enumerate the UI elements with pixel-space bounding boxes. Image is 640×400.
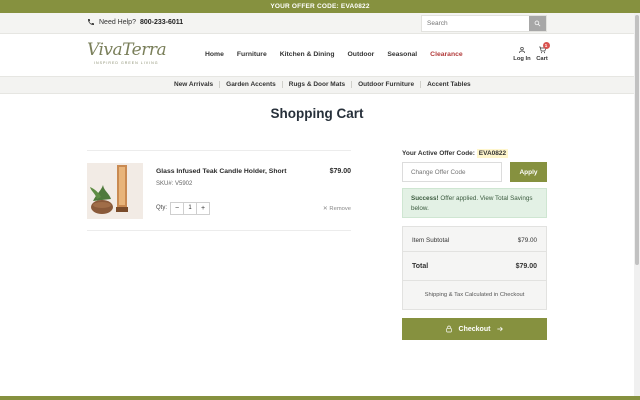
page-scrollbar[interactable] <box>634 13 640 396</box>
active-offer-code: EVA0822 <box>476 149 509 158</box>
order-summary: Item Subtotal $79.00 Total $79.00 Shippi… <box>402 226 547 310</box>
help-label: Need Help? <box>99 18 136 26</box>
nav-item-kitchen-dining[interactable]: Kitchen & Dining <box>280 51 335 58</box>
cart-link[interactable]: 1 Cart <box>535 42 550 62</box>
promo-text: YOUR OFFER CODE: EVA0822 <box>270 3 370 10</box>
nav-item-home[interactable]: Home <box>205 51 224 58</box>
search-input[interactable] <box>422 16 529 31</box>
cart-label: Cart <box>536 56 548 62</box>
logo[interactable]: VivaTerra INSPIRED GREEN LIVING <box>87 41 173 71</box>
close-icon: ✕ <box>322 206 328 212</box>
total-value: $79.00 <box>515 263 537 270</box>
remove-button[interactable]: ✕ Remove <box>323 206 351 212</box>
subnav-new-arrivals[interactable]: New Arrivals <box>168 81 221 88</box>
footer-edge <box>0 396 640 400</box>
sub-nav: New Arrivals Garden Accents Rugs & Door … <box>0 76 640 94</box>
help-line[interactable]: Need Help? 800-233-6011 <box>87 18 183 26</box>
product-sku: SKU#: V5902 <box>156 181 193 187</box>
subnav-rugs-door-mats[interactable]: Rugs & Door Mats <box>283 81 353 88</box>
subtotal-label: Item Subtotal <box>412 237 450 244</box>
offer-label: Your Active Offer Code: EVA0822 <box>402 149 509 158</box>
site-header: VivaTerra INSPIRED GREEN LIVING Home Fur… <box>0 34 640 76</box>
candle-holder-image <box>87 163 143 219</box>
search-box <box>421 15 547 32</box>
nav-item-seasonal[interactable]: Seasonal <box>387 51 417 58</box>
cart-count-badge: 1 <box>542 42 550 49</box>
main-nav: Home Furniture Kitchen & Dining Outdoor … <box>205 51 476 58</box>
login-link[interactable]: Log In <box>513 46 531 62</box>
qty-decrease-button[interactable]: − <box>171 203 184 214</box>
checkout-button[interactable]: Checkout <box>402 318 547 340</box>
success-title: Success! <box>411 195 439 202</box>
subnav-outdoor-furniture[interactable]: Outdoor Furniture <box>352 81 422 88</box>
product-image[interactable] <box>87 163 143 219</box>
offer-success-message: Success! Offer applied. View Total Savin… <box>402 188 547 218</box>
shipping-note: Shipping & Tax Calculated in Checkout <box>424 292 525 298</box>
summary-divider <box>403 280 546 281</box>
nav-item-furniture[interactable]: Furniture <box>237 51 267 58</box>
quantity-stepper: − 1 + <box>170 202 210 215</box>
scrollbar-thumb[interactable] <box>635 15 639 265</box>
subtotal-row: Item Subtotal $79.00 <box>412 237 537 244</box>
login-label: Log In <box>513 56 531 62</box>
qty-value[interactable]: 1 <box>184 203 196 214</box>
utility-bar: Need Help? 800-233-6011 <box>0 13 640 34</box>
nav-item-clearance[interactable]: Clearance <box>430 51 463 58</box>
subnav-garden-accents[interactable]: Garden Accents <box>220 81 283 88</box>
total-row: Total $79.00 <box>412 263 537 270</box>
product-name[interactable]: Glass Infused Teak Candle Holder, Short <box>156 168 287 175</box>
user-icon <box>519 47 525 54</box>
total-label: Total <box>412 263 429 270</box>
phone-number[interactable]: 800-233-6011 <box>140 19 183 26</box>
nav-item-outdoor[interactable]: Outdoor <box>348 51 375 58</box>
qty-increase-button[interactable]: + <box>196 203 209 214</box>
arrow-right-icon <box>497 326 504 332</box>
phone-icon <box>88 19 94 25</box>
apply-offer-button[interactable]: Apply <box>510 162 547 182</box>
checkout-label: Checkout <box>458 325 491 333</box>
remove-label: Remove <box>329 206 351 212</box>
summary-divider <box>403 251 546 252</box>
page-title: Shopping Cart <box>270 106 364 121</box>
subnav-accent-tables[interactable]: Accent Tables <box>421 81 477 88</box>
search-icon <box>534 20 541 27</box>
product-price: $79.00 <box>329 168 351 175</box>
qty-label: Qty: <box>156 205 168 211</box>
offer-label-text: Your Active Offer Code: <box>402 150 475 157</box>
promo-bar: YOUR OFFER CODE: EVA0822 <box>0 0 640 13</box>
cart-item-row: Glass Infused Teak Candle Holder, Short … <box>87 150 351 231</box>
logo-wordmark: VivaTerra <box>87 40 167 60</box>
lock-icon <box>445 325 452 333</box>
logo-tagline: INSPIRED GREEN LIVING <box>94 61 159 65</box>
offer-code-input[interactable] <box>402 162 502 182</box>
search-button[interactable] <box>529 16 546 31</box>
subtotal-value: $79.00 <box>517 237 537 244</box>
